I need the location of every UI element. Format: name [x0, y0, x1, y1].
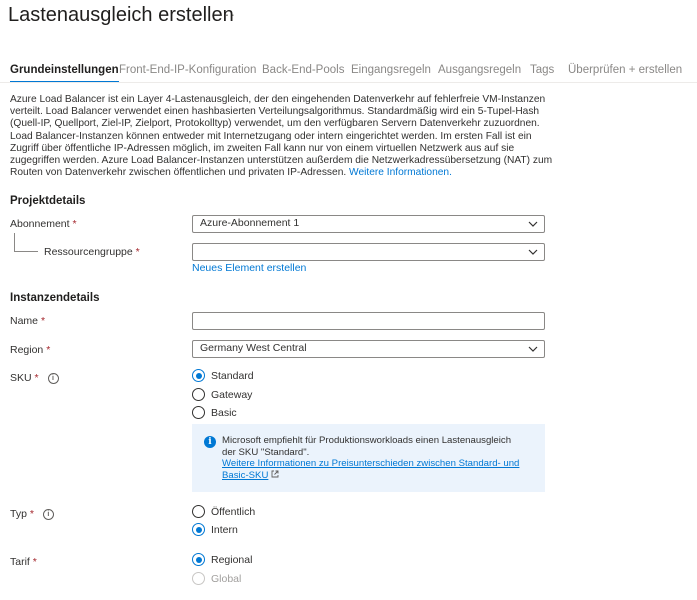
tab-divider — [0, 82, 697, 83]
resource-group-label: Ressourcengruppe * — [44, 246, 140, 258]
name-input[interactable] — [192, 312, 545, 330]
external-link-icon — [271, 470, 279, 477]
required-mark: * — [29, 508, 34, 520]
tab-basics[interactable]: Grundeinstellungen — [10, 64, 119, 83]
region-value: Germany West Central — [200, 342, 307, 354]
info-icon[interactable]: i — [42, 509, 54, 520]
project-details-heading: Projektdetails — [10, 195, 86, 207]
sku-info-text: Microsoft empfiehlt für Produktionsworkl… — [222, 435, 520, 481]
tab-bar: Grundeinstellungen Front-End-IP-Konfigur… — [0, 64, 697, 84]
chevron-down-icon — [528, 249, 538, 255]
tab-frontend-ip[interactable]: Front-End-IP-Konfiguration — [119, 64, 256, 76]
tier-radio-global — [192, 572, 205, 585]
subscription-dropdown[interactable]: Azure-Abonnement 1 — [192, 215, 545, 233]
region-dropdown[interactable]: Germany West Central — [192, 340, 545, 358]
chevron-down-icon — [528, 221, 538, 227]
tier-label: Tarif * — [10, 556, 37, 568]
more-options-button[interactable]: ··· — [219, 6, 236, 22]
tab-backend-pools[interactable]: Back-End-Pools — [262, 64, 344, 76]
sku-option-basic: Basic — [211, 407, 237, 419]
tier-option-global: Global — [211, 573, 242, 585]
tab-review-create[interactable]: Überprüfen + erstellen — [568, 64, 682, 76]
chevron-down-icon — [528, 346, 538, 352]
page-title: Lastenausgleich erstellen — [8, 4, 234, 26]
sku-label: SKU * i — [10, 372, 59, 384]
tab-outbound-rules[interactable]: Ausgangsregeln — [438, 64, 521, 76]
sku-radio-gateway[interactable] — [192, 388, 205, 401]
tier-radio-regional[interactable] — [192, 553, 205, 566]
type-option-public: Öffentlich — [211, 506, 256, 518]
tab-tags[interactable]: Tags — [530, 64, 554, 76]
required-mark: * — [72, 218, 77, 230]
type-option-internal: Intern — [211, 524, 238, 536]
sku-radio-basic[interactable] — [192, 406, 205, 419]
region-label: Region * — [10, 344, 51, 356]
tree-connector — [14, 233, 38, 252]
sku-option-gateway: Gateway — [211, 389, 253, 401]
tab-inbound-rules[interactable]: Eingangsregeln — [351, 64, 431, 76]
sku-pricing-link[interactable]: Weitere Informationen zu Preisunterschie… — [222, 458, 519, 481]
sku-radio-standard[interactable] — [192, 369, 205, 382]
instance-details-heading: Instanzendetails — [10, 292, 100, 304]
type-radio-public[interactable] — [192, 505, 205, 518]
required-mark: * — [40, 315, 46, 327]
sku-info-banner: i Microsoft empfiehlt für Produktionswor… — [192, 424, 545, 492]
sku-option-standard: Standard — [211, 370, 254, 382]
tier-option-regional: Regional — [211, 554, 253, 566]
learn-more-link[interactable]: Weitere Informationen. — [349, 167, 452, 178]
type-label: Typ * i — [10, 508, 54, 520]
info-icon[interactable]: i — [47, 373, 59, 384]
subscription-label: Abonnement * — [10, 218, 77, 230]
subscription-value: Azure-Abonnement 1 — [200, 217, 300, 229]
name-label: Name * — [10, 315, 46, 327]
required-mark: * — [46, 344, 51, 356]
required-mark: * — [34, 372, 39, 384]
resource-group-dropdown[interactable] — [192, 243, 545, 261]
description-text: Azure Load Balancer ist ein Layer 4-Last… — [10, 94, 553, 179]
info-circle-icon: i — [204, 436, 216, 448]
type-radio-internal[interactable] — [192, 523, 205, 536]
required-mark: * — [32, 556, 37, 568]
required-mark: * — [135, 246, 140, 258]
description: Azure Load Balancer ist ein Layer 4-Last… — [10, 94, 558, 179]
create-new-resource-group-link[interactable]: Neues Element erstellen — [192, 262, 306, 274]
